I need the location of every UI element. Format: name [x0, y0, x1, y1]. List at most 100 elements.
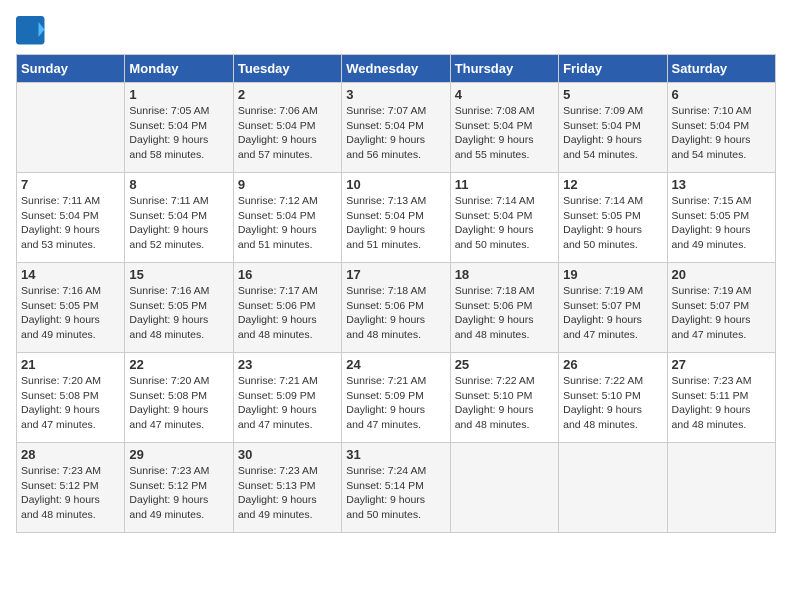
- header-monday: Monday: [125, 55, 233, 83]
- header-sunday: Sunday: [17, 55, 125, 83]
- day-number: 19: [563, 267, 662, 282]
- calendar-cell: 18 Sunrise: 7:18 AM Sunset: 5:06 PM Dayli…: [450, 263, 558, 353]
- day-info: Sunrise: 7:19 AM Sunset: 5:07 PM Dayligh…: [672, 284, 771, 343]
- page-header: [16, 16, 776, 46]
- day-number: 10: [346, 177, 445, 192]
- day-info: Sunrise: 7:23 AM Sunset: 5:12 PM Dayligh…: [21, 464, 120, 523]
- header-tuesday: Tuesday: [233, 55, 341, 83]
- day-number: 21: [21, 357, 120, 372]
- day-info: Sunrise: 7:22 AM Sunset: 5:10 PM Dayligh…: [455, 374, 554, 433]
- day-info: Sunrise: 7:17 AM Sunset: 5:06 PM Dayligh…: [238, 284, 337, 343]
- day-info: Sunrise: 7:18 AM Sunset: 5:06 PM Dayligh…: [346, 284, 445, 343]
- day-info: Sunrise: 7:22 AM Sunset: 5:10 PM Dayligh…: [563, 374, 662, 433]
- calendar-cell: 19 Sunrise: 7:19 AM Sunset: 5:07 PM Dayli…: [559, 263, 667, 353]
- day-info: Sunrise: 7:16 AM Sunset: 5:05 PM Dayligh…: [21, 284, 120, 343]
- day-info: Sunrise: 7:13 AM Sunset: 5:04 PM Dayligh…: [346, 194, 445, 253]
- day-number: 22: [129, 357, 228, 372]
- day-info: Sunrise: 7:06 AM Sunset: 5:04 PM Dayligh…: [238, 104, 337, 163]
- calendar-week-5: 28Sunrise: 7:23 AM Sunset: 5:12 PM Dayli…: [17, 443, 776, 533]
- day-info: Sunrise: 7:09 AM Sunset: 5:04 PM Dayligh…: [563, 104, 662, 163]
- calendar-cell: 23 Sunrise: 7:21 AM Sunset: 5:09 PM Dayli…: [233, 353, 341, 443]
- calendar-week-3: 14 Sunrise: 7:16 AM Sunset: 5:05 PM Dayli…: [17, 263, 776, 353]
- day-info: Sunrise: 7:14 AM Sunset: 5:04 PM Dayligh…: [455, 194, 554, 253]
- calendar-table: SundayMondayTuesdayWednesdayThursdayFrid…: [16, 54, 776, 533]
- logo: [16, 16, 50, 46]
- day-number: 15: [129, 267, 228, 282]
- day-info: Sunrise: 7:11 AM Sunset: 5:04 PM Dayligh…: [21, 194, 120, 253]
- calendar-cell: 22 Sunrise: 7:20 AM Sunset: 5:08 PM Dayli…: [125, 353, 233, 443]
- day-number: 14: [21, 267, 120, 282]
- day-number: 12: [563, 177, 662, 192]
- day-info: Sunrise: 7:20 AM Sunset: 5:08 PM Dayligh…: [129, 374, 228, 433]
- calendar-cell: 2 Sunrise: 7:06 AM Sunset: 5:04 PM Daylig…: [233, 83, 341, 173]
- day-number: 4: [455, 87, 554, 102]
- day-number: 6: [672, 87, 771, 102]
- calendar-cell: 17Sunrise: 7:18 AM Sunset: 5:06 PM Dayli…: [342, 263, 450, 353]
- calendar-cell: 29 Sunrise: 7:23 AM Sunset: 5:12 PM Dayli…: [125, 443, 233, 533]
- calendar-cell: 1Sunrise: 7:05 AM Sunset: 5:04 PM Daylig…: [125, 83, 233, 173]
- calendar-cell: 15 Sunrise: 7:16 AM Sunset: 5:05 PM Dayli…: [125, 263, 233, 353]
- day-number: 26: [563, 357, 662, 372]
- day-number: 18: [455, 267, 554, 282]
- header-saturday: Saturday: [667, 55, 775, 83]
- calendar-cell: 21 Sunrise: 7:20 AM Sunset: 5:08 PM Dayli…: [17, 353, 125, 443]
- calendar-cell: 4 Sunrise: 7:08 AM Sunset: 5:04 PM Daylig…: [450, 83, 558, 173]
- calendar-cell: 3Sunrise: 7:07 AM Sunset: 5:04 PM Daylig…: [342, 83, 450, 173]
- calendar-cell: 12Sunrise: 7:14 AM Sunset: 5:05 PM Dayli…: [559, 173, 667, 263]
- day-info: Sunrise: 7:23 AM Sunset: 5:11 PM Dayligh…: [672, 374, 771, 433]
- day-info: Sunrise: 7:20 AM Sunset: 5:08 PM Dayligh…: [21, 374, 120, 433]
- calendar-cell: 9Sunrise: 7:12 AM Sunset: 5:04 PM Daylig…: [233, 173, 341, 263]
- calendar-cell: 5 Sunrise: 7:09 AM Sunset: 5:04 PM Daylig…: [559, 83, 667, 173]
- day-number: 9: [238, 177, 337, 192]
- day-number: 16: [238, 267, 337, 282]
- day-info: Sunrise: 7:19 AM Sunset: 5:07 PM Dayligh…: [563, 284, 662, 343]
- logo-icon: [16, 16, 46, 46]
- calendar-cell: [17, 83, 125, 173]
- calendar-body: 1Sunrise: 7:05 AM Sunset: 5:04 PM Daylig…: [17, 83, 776, 533]
- day-info: Sunrise: 7:08 AM Sunset: 5:04 PM Dayligh…: [455, 104, 554, 163]
- day-number: 11: [455, 177, 554, 192]
- day-number: 5: [563, 87, 662, 102]
- day-number: 8: [129, 177, 228, 192]
- calendar-cell: 26 Sunrise: 7:22 AM Sunset: 5:10 PM Dayli…: [559, 353, 667, 443]
- calendar-week-4: 21 Sunrise: 7:20 AM Sunset: 5:08 PM Dayli…: [17, 353, 776, 443]
- calendar-week-1: 1Sunrise: 7:05 AM Sunset: 5:04 PM Daylig…: [17, 83, 776, 173]
- calendar-cell: 30Sunrise: 7:23 AM Sunset: 5:13 PM Dayli…: [233, 443, 341, 533]
- calendar-cell: 8 Sunrise: 7:11 AM Sunset: 5:04 PM Daylig…: [125, 173, 233, 263]
- header-wednesday: Wednesday: [342, 55, 450, 83]
- calendar-cell: [559, 443, 667, 533]
- day-number: 7: [21, 177, 120, 192]
- calendar-cell: 25Sunrise: 7:22 AM Sunset: 5:10 PM Dayli…: [450, 353, 558, 443]
- day-info: Sunrise: 7:21 AM Sunset: 5:09 PM Dayligh…: [346, 374, 445, 433]
- day-number: 27: [672, 357, 771, 372]
- calendar-week-2: 7 Sunrise: 7:11 AM Sunset: 5:04 PM Daylig…: [17, 173, 776, 263]
- day-number: 31: [346, 447, 445, 462]
- day-info: Sunrise: 7:18 AM Sunset: 5:06 PM Dayligh…: [455, 284, 554, 343]
- day-info: Sunrise: 7:23 AM Sunset: 5:12 PM Dayligh…: [129, 464, 228, 523]
- day-info: Sunrise: 7:05 AM Sunset: 5:04 PM Dayligh…: [129, 104, 228, 163]
- day-info: Sunrise: 7:16 AM Sunset: 5:05 PM Dayligh…: [129, 284, 228, 343]
- day-number: 23: [238, 357, 337, 372]
- day-number: 29: [129, 447, 228, 462]
- calendar-cell: [667, 443, 775, 533]
- calendar-cell: 10 Sunrise: 7:13 AM Sunset: 5:04 PM Dayli…: [342, 173, 450, 263]
- calendar-cell: 11 Sunrise: 7:14 AM Sunset: 5:04 PM Dayli…: [450, 173, 558, 263]
- calendar-cell: 20Sunrise: 7:19 AM Sunset: 5:07 PM Dayli…: [667, 263, 775, 353]
- calendar-cell: 7 Sunrise: 7:11 AM Sunset: 5:04 PM Daylig…: [17, 173, 125, 263]
- calendar-cell: 13 Sunrise: 7:15 AM Sunset: 5:05 PM Dayli…: [667, 173, 775, 263]
- day-number: 2: [238, 87, 337, 102]
- calendar-cell: 24Sunrise: 7:21 AM Sunset: 5:09 PM Dayli…: [342, 353, 450, 443]
- day-info: Sunrise: 7:24 AM Sunset: 5:14 PM Dayligh…: [346, 464, 445, 523]
- day-number: 30: [238, 447, 337, 462]
- day-info: Sunrise: 7:11 AM Sunset: 5:04 PM Dayligh…: [129, 194, 228, 253]
- day-info: Sunrise: 7:15 AM Sunset: 5:05 PM Dayligh…: [672, 194, 771, 253]
- day-number: 13: [672, 177, 771, 192]
- header-friday: Friday: [559, 55, 667, 83]
- calendar-header-row: SundayMondayTuesdayWednesdayThursdayFrid…: [17, 55, 776, 83]
- day-number: 3: [346, 87, 445, 102]
- calendar-cell: 28Sunrise: 7:23 AM Sunset: 5:12 PM Dayli…: [17, 443, 125, 533]
- calendar-cell: 27 Sunrise: 7:23 AM Sunset: 5:11 PM Dayli…: [667, 353, 775, 443]
- calendar-cell: 31 Sunrise: 7:24 AM Sunset: 5:14 PM Dayli…: [342, 443, 450, 533]
- calendar-cell: 6Sunrise: 7:10 AM Sunset: 5:04 PM Daylig…: [667, 83, 775, 173]
- day-info: Sunrise: 7:21 AM Sunset: 5:09 PM Dayligh…: [238, 374, 337, 433]
